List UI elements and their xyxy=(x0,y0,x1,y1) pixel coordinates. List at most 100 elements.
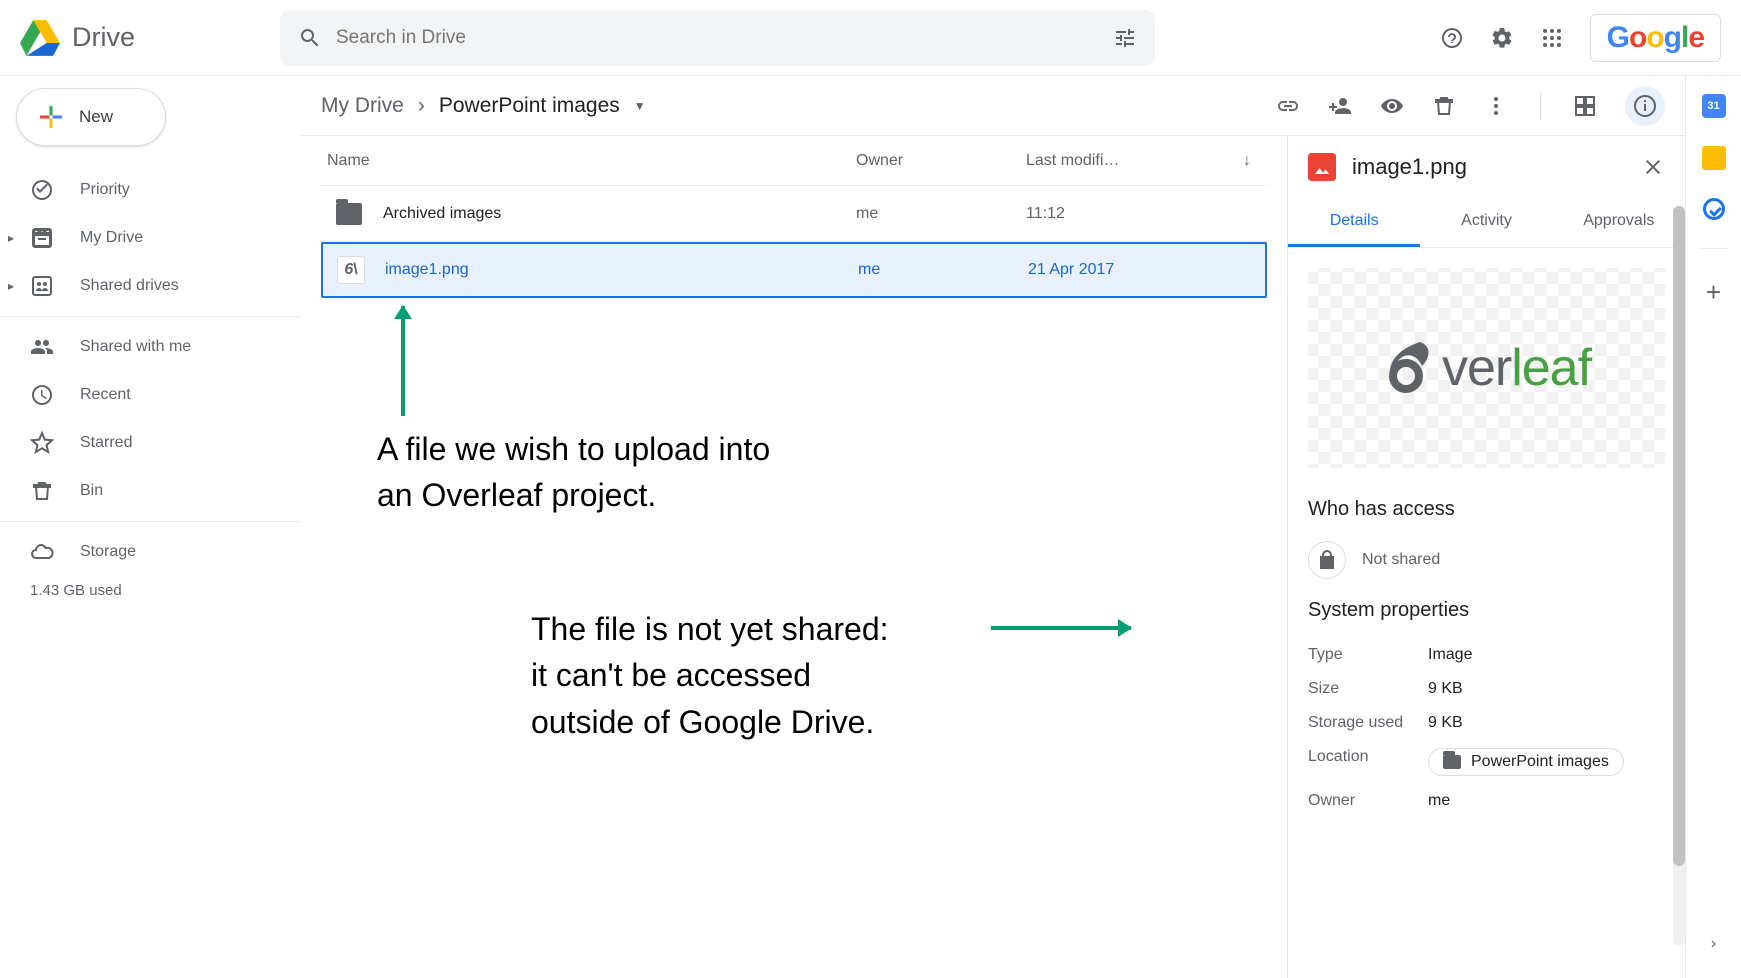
sidebar-item-starred[interactable]: Starred xyxy=(0,419,300,467)
more-vert-icon[interactable] xyxy=(1484,94,1508,118)
breadcrumb: My Drive › PowerPoint images ▼ xyxy=(321,94,646,118)
sidebar-item-label: Starred xyxy=(80,434,132,452)
plus-multicolor-icon xyxy=(37,103,65,131)
image-file-icon: 6\ xyxy=(337,256,365,284)
rail-separator xyxy=(1700,248,1728,249)
shared-drives-icon xyxy=(30,274,54,298)
info-icon xyxy=(1633,94,1657,118)
info-button-active[interactable] xyxy=(1625,86,1665,126)
annotation-arrow-1 xyxy=(401,306,405,416)
search-icon xyxy=(298,26,322,50)
prop-owner-key: Owner xyxy=(1308,792,1428,810)
cloud-icon xyxy=(30,540,54,564)
get-link-icon[interactable] xyxy=(1276,94,1300,118)
add-person-icon[interactable] xyxy=(1328,94,1352,118)
col-name[interactable]: Name xyxy=(321,152,856,170)
app-name: Drive xyxy=(72,22,135,53)
details-filename: image1.png xyxy=(1352,154,1467,180)
star-icon xyxy=(30,431,54,455)
mydrive-icon xyxy=(30,226,54,250)
settings-gear-icon[interactable] xyxy=(1490,26,1514,50)
dropdown-caret-icon[interactable]: ▼ xyxy=(634,99,646,113)
storage-used-text: 1.43 GB used xyxy=(0,582,300,599)
sysprops-header: System properties xyxy=(1288,589,1685,632)
overleaf-logo: verleaf xyxy=(1382,338,1591,398)
main-area: My Drive › PowerPoint images ▼ xyxy=(300,76,1685,978)
apps-grid-icon[interactable] xyxy=(1540,26,1564,50)
breadcrumb-current[interactable]: PowerPoint images xyxy=(439,94,620,118)
file-owner: me xyxy=(858,261,1028,279)
sidebar-item-priority[interactable]: Priority xyxy=(0,166,300,214)
help-icon[interactable] xyxy=(1440,26,1464,50)
right-rail: 31 + › xyxy=(1685,76,1741,978)
sidebar-item-label: My Drive xyxy=(80,229,143,247)
file-row-selected[interactable]: 6\ image1.png me 21 Apr 2017 xyxy=(321,242,1267,298)
rail-collapse-icon[interactable]: › xyxy=(1700,930,1728,958)
chevron-right-icon: › xyxy=(418,94,425,118)
main-header: My Drive › PowerPoint images ▼ xyxy=(301,76,1685,136)
overleaf-leaf-icon xyxy=(1382,338,1442,398)
sidebar-item-label: Shared drives xyxy=(80,277,179,295)
tab-activity[interactable]: Activity xyxy=(1420,198,1552,247)
sort-arrow-icon[interactable]: ↓ xyxy=(1227,152,1267,170)
details-tabs: Details Activity Approvals xyxy=(1288,198,1685,248)
search-box[interactable] xyxy=(280,10,1155,66)
details-panel: image1.png Details Activity Approvals xyxy=(1287,136,1685,978)
access-row: Not shared xyxy=(1288,531,1685,589)
top-bar: Drive Google xyxy=(0,0,1741,76)
file-row-folder[interactable]: Archived images me 11:12 xyxy=(321,186,1267,242)
file-owner: me xyxy=(856,205,1026,223)
tune-icon[interactable] xyxy=(1113,26,1137,50)
sidebar: New Priority ▸ My Drive ▸ Shared drives xyxy=(0,76,300,978)
priority-icon xyxy=(30,178,54,202)
scrollbar[interactable] xyxy=(1673,206,1685,946)
file-modified: 21 Apr 2017 xyxy=(1028,261,1225,279)
col-owner[interactable]: Owner xyxy=(856,152,1026,170)
new-button[interactable]: New xyxy=(16,88,166,146)
location-chip[interactable]: PowerPoint images xyxy=(1428,748,1624,776)
system-properties: TypeImage Size9 KB Storage used9 KB Loca… xyxy=(1288,632,1685,824)
sidebar-item-shareddrives[interactable]: ▸ Shared drives xyxy=(0,262,300,310)
drive-logo[interactable]: Drive xyxy=(20,20,280,56)
sidebar-item-storage[interactable]: Storage xyxy=(0,528,300,576)
top-bar-icons: Google xyxy=(1440,14,1721,62)
trash-icon[interactable] xyxy=(1432,94,1456,118)
prop-type-val: Image xyxy=(1428,646,1472,664)
search-input[interactable] xyxy=(336,27,1113,49)
addons-plus-icon[interactable]: + xyxy=(1706,277,1721,308)
list-header: Name Owner Last modifi… ↓ xyxy=(321,136,1267,186)
preview-eye-icon[interactable] xyxy=(1380,94,1404,118)
keep-icon[interactable] xyxy=(1702,146,1726,170)
sidebar-item-sharedwithme[interactable]: Shared with me xyxy=(0,323,300,371)
calendar-icon[interactable]: 31 xyxy=(1702,94,1726,118)
clock-icon xyxy=(30,383,54,407)
image-type-icon xyxy=(1308,153,1336,181)
chevron-right-icon[interactable]: ▸ xyxy=(8,231,14,245)
file-list: Name Owner Last modifi… ↓ Archived image… xyxy=(301,136,1287,978)
annotation-text-2: The file is not yet shared: it can't be … xyxy=(531,606,889,745)
breadcrumb-root[interactable]: My Drive xyxy=(321,94,404,118)
grid-view-icon[interactable] xyxy=(1573,94,1597,118)
sidebar-item-label: Shared with me xyxy=(80,338,191,356)
sidebar-item-mydrive[interactable]: ▸ My Drive xyxy=(0,214,300,262)
people-icon xyxy=(30,335,54,359)
prop-size-key: Size xyxy=(1308,680,1428,698)
tasks-icon[interactable] xyxy=(1703,198,1725,220)
file-name: image1.png xyxy=(379,261,858,279)
google-brand[interactable]: Google xyxy=(1590,14,1721,62)
prop-owner-val: me xyxy=(1428,792,1450,810)
drive-triangle-icon xyxy=(20,20,60,56)
col-modified[interactable]: Last modifi… xyxy=(1026,152,1227,170)
tab-approvals[interactable]: Approvals xyxy=(1553,198,1685,247)
annotation-arrow-2 xyxy=(991,626,1131,630)
chevron-right-icon[interactable]: ▸ xyxy=(8,279,14,293)
close-icon[interactable] xyxy=(1641,155,1665,179)
file-name: Archived images xyxy=(377,205,856,223)
sidebar-item-bin[interactable]: Bin xyxy=(0,467,300,515)
sidebar-item-label: Recent xyxy=(80,386,131,404)
file-modified: 11:12 xyxy=(1026,205,1227,223)
tab-details[interactable]: Details xyxy=(1288,198,1420,247)
sidebar-item-label: Bin xyxy=(80,482,103,500)
sidebar-item-recent[interactable]: Recent xyxy=(0,371,300,419)
prop-location-val: PowerPoint images xyxy=(1471,753,1609,771)
